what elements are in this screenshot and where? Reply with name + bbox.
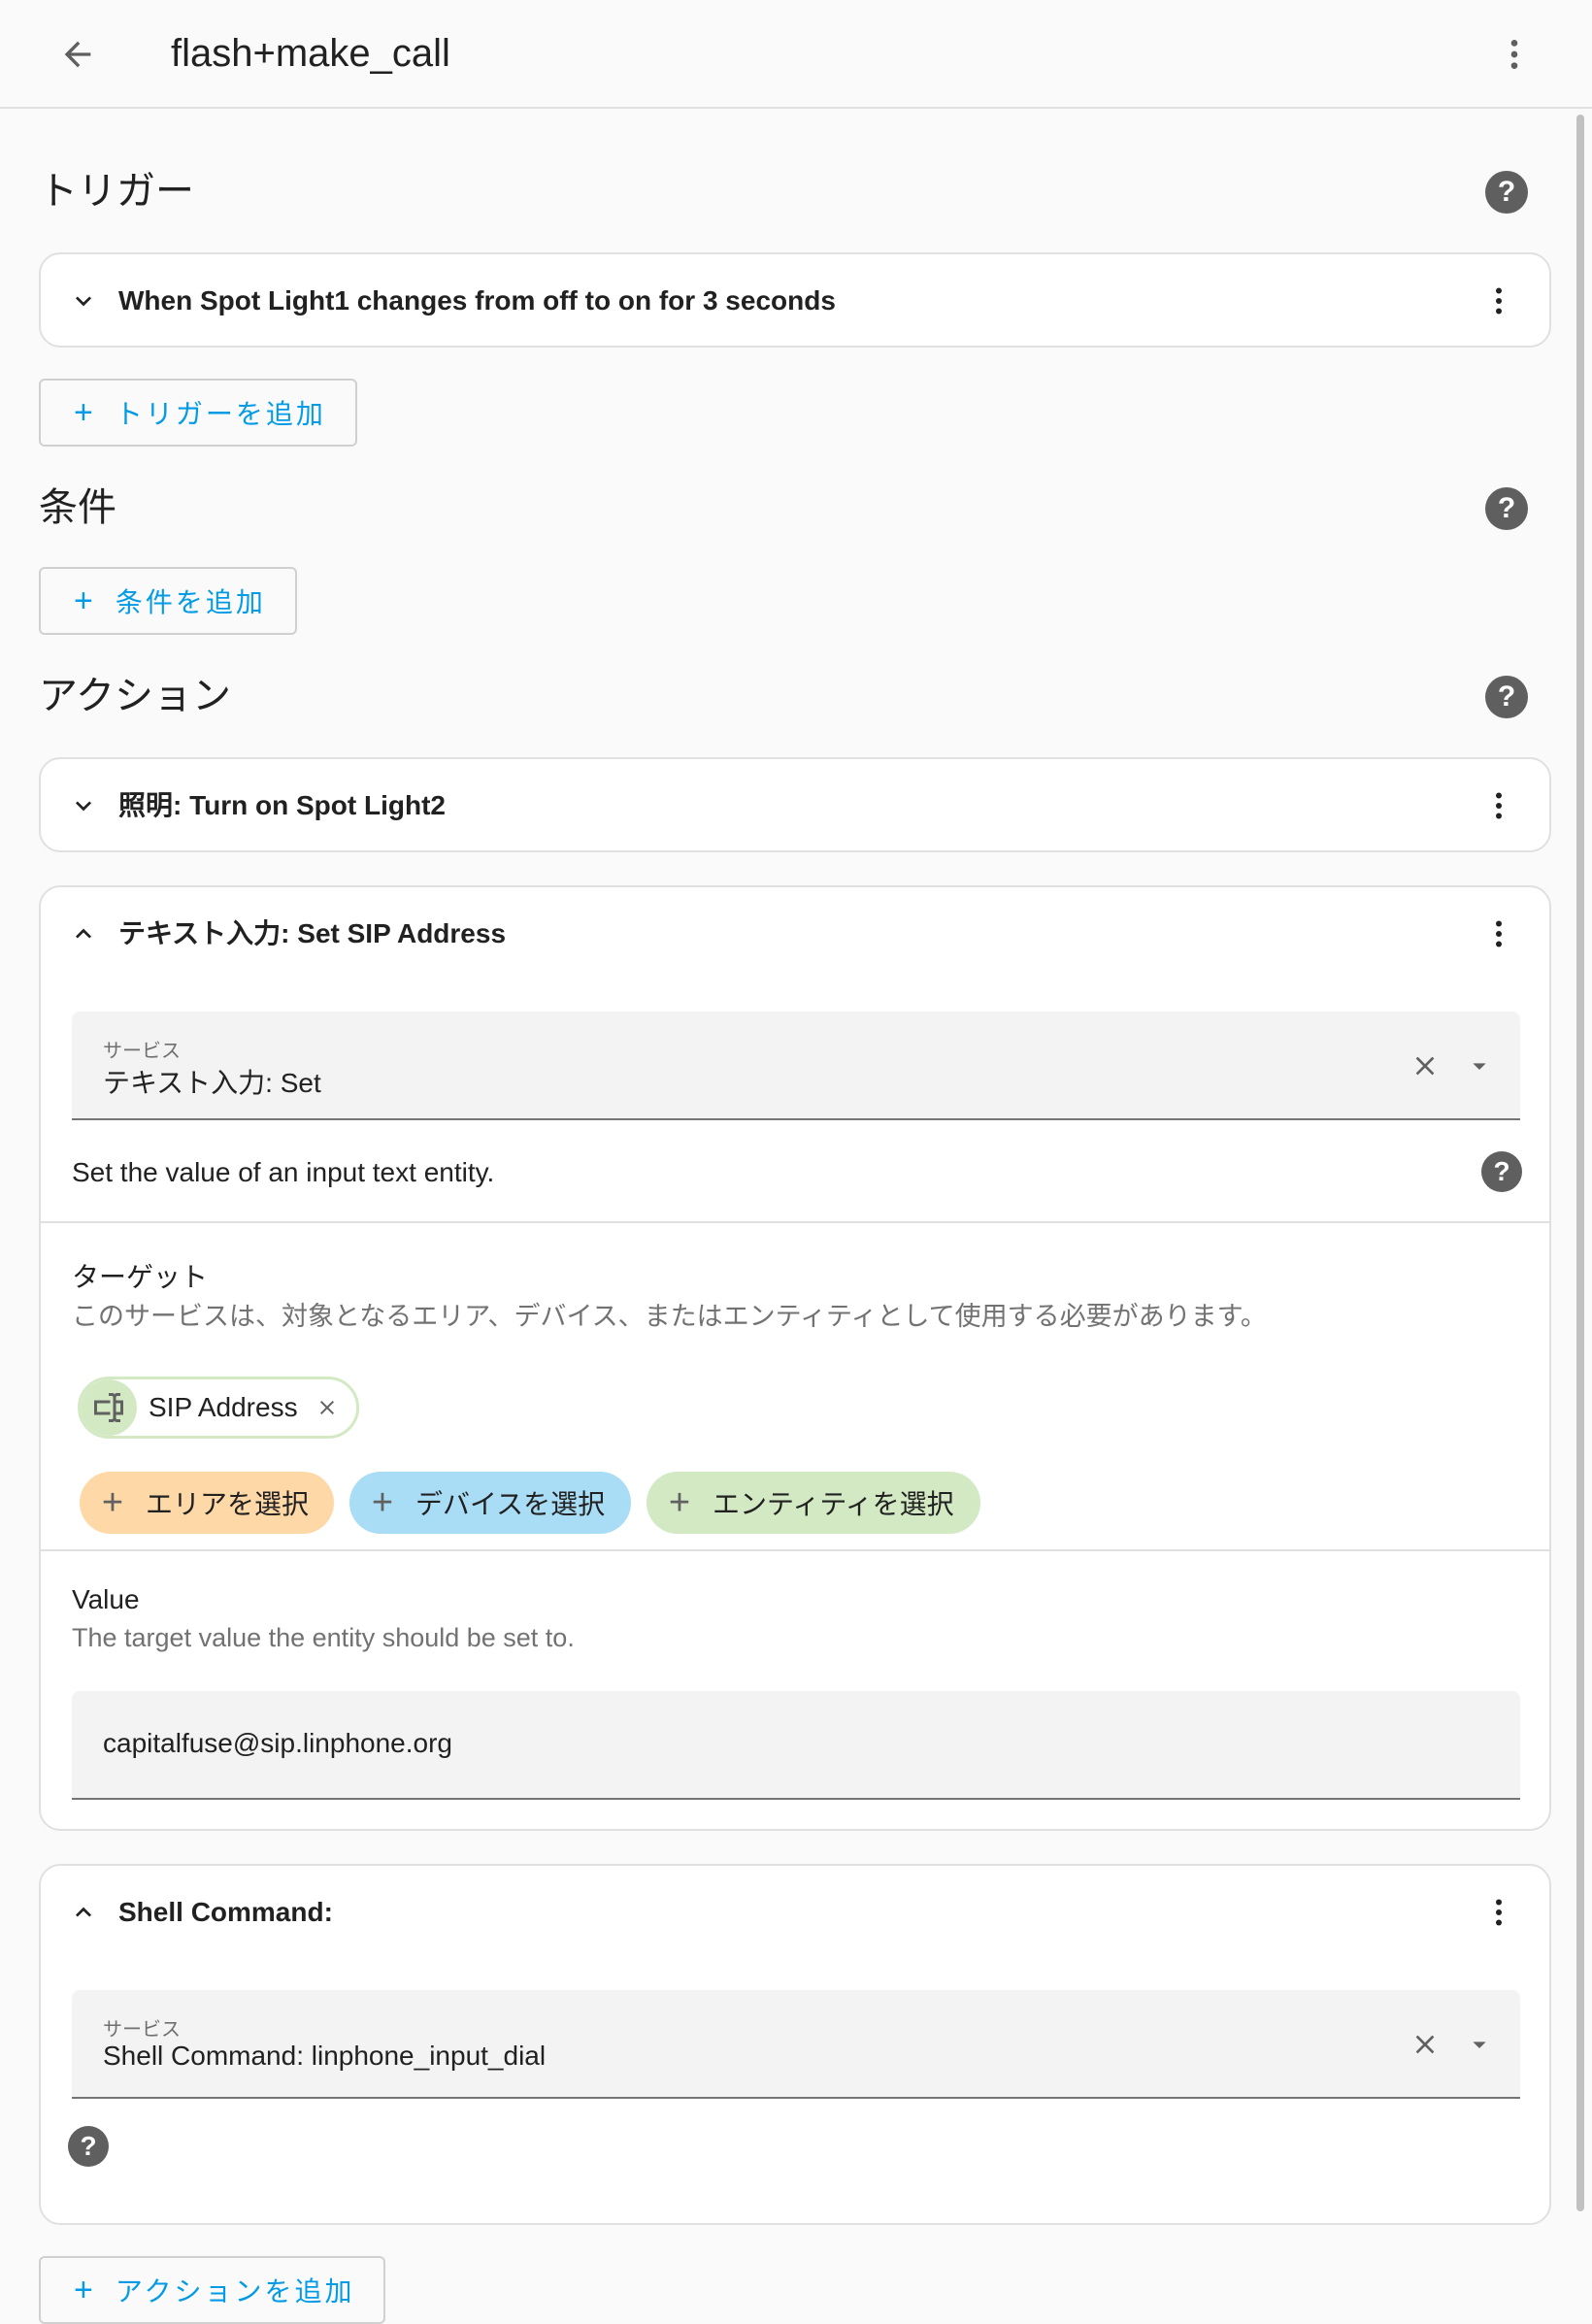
service-label: サービス [103, 1041, 181, 1062]
service-label: サービス [103, 2019, 181, 2041]
service-value: Shell Command: linphone_input_dial [103, 2041, 547, 2071]
add-action-button[interactable]: + アクションを追加 [39, 2256, 386, 2324]
target-description: このサービスは、対象となるエリア、デバイス、またはエンティティとして使用する必要… [72, 1302, 1267, 1331]
action-title: Shell Command: [118, 1897, 333, 1927]
service-help-icon[interactable]: ? [1481, 1151, 1522, 1192]
value-description: The target value the entity should be se… [72, 1623, 575, 1652]
actions-section-title: アクション [39, 675, 231, 717]
add-condition-label: 条件を追加 [115, 587, 266, 617]
triggers-help-icon[interactable]: ? [1485, 171, 1528, 214]
action-title: テキスト入力: Set SIP Address [118, 918, 507, 948]
service-value: テキスト入力: Set [103, 1068, 321, 1098]
plus-icon: + [371, 1481, 394, 1523]
trigger-card: When Spot Light1 changes from off to on … [39, 252, 1551, 348]
dots-vertical-icon [1496, 1899, 1502, 1926]
dots-vertical-icon [1496, 792, 1502, 819]
action-menu-button[interactable] [1472, 779, 1526, 833]
selected-entity-label: SIP Address [149, 1392, 298, 1422]
plus-icon: + [101, 1481, 124, 1523]
close-icon[interactable] [315, 1396, 339, 1419]
plus-icon: + [74, 581, 96, 619]
pick-device-button[interactable]: + デバイスを選択 [349, 1472, 631, 1534]
scrollbar[interactable] [1576, 115, 1584, 2211]
menu-down-icon[interactable] [1464, 1050, 1495, 1081]
dots-vertical-icon [1496, 920, 1502, 947]
plus-icon: + [74, 393, 96, 431]
form-textbox-icon [81, 1379, 137, 1436]
action-card-light: 照明: Turn on Spot Light2 [39, 757, 1551, 852]
overflow-menu-button[interactable] [1485, 25, 1543, 83]
arrow-left-icon [64, 41, 91, 68]
chevron-down-icon [66, 283, 101, 318]
close-icon[interactable] [1410, 2029, 1441, 2060]
pick-entity-button[interactable]: + エンティティを選択 [647, 1472, 980, 1534]
service-description: Set the value of an input text entity. [72, 1157, 495, 1187]
chevron-up-icon [66, 1895, 101, 1930]
conditions-help-icon[interactable]: ? [1485, 487, 1528, 530]
conditions-section-title: 条件 [39, 486, 116, 529]
divider [41, 1549, 1549, 1551]
chevron-up-icon [66, 916, 101, 951]
actions-help-icon[interactable]: ? [1485, 676, 1528, 718]
selected-entity-chip[interactable]: SIP Address [78, 1377, 359, 1439]
dots-vertical-icon [1510, 40, 1518, 69]
service-select[interactable]: サービス テキスト入力: Set [72, 1012, 1520, 1120]
target-title: ターゲット [72, 1262, 209, 1292]
chevron-down-icon [66, 788, 101, 823]
back-button[interactable] [49, 25, 107, 83]
plus-icon: + [74, 2271, 96, 2308]
action-menu-button[interactable] [1472, 907, 1526, 961]
trigger-menu-button[interactable] [1472, 274, 1526, 328]
menu-down-icon[interactable] [1464, 2029, 1495, 2060]
dots-vertical-icon [1496, 287, 1502, 315]
action-title: 照明: Turn on Spot Light2 [118, 790, 446, 820]
action-menu-button[interactable] [1472, 1885, 1526, 1940]
action-card-input-text: テキスト入力: Set SIP Address サービス テキスト入力: Set… [39, 885, 1551, 1831]
plus-icon: + [668, 1481, 691, 1523]
add-trigger-button[interactable]: + トリガーを追加 [39, 379, 357, 447]
page-title: flash+make_call [171, 32, 450, 75]
pick-entity-label: エンティティを選択 [713, 1489, 954, 1519]
action-card-header[interactable]: Shell Command: [41, 1866, 1549, 1959]
pick-area-label: エリアを選択 [146, 1489, 310, 1519]
action-card-header[interactable]: テキスト入力: Set SIP Address [41, 887, 1549, 980]
trigger-card-header[interactable]: When Spot Light1 changes from off to on … [41, 254, 1549, 348]
triggers-section-title: トリガー [39, 170, 194, 213]
add-trigger-label: トリガーを追加 [115, 399, 326, 429]
pick-area-button[interactable]: + エリアを選択 [80, 1472, 334, 1534]
top-app-bar: flash+make_call [0, 0, 1592, 109]
pick-device-label: デバイスを選択 [415, 1489, 606, 1519]
add-action-label: アクションを追加 [115, 2276, 355, 2307]
divider [41, 1221, 1549, 1223]
add-condition-button[interactable]: + 条件を追加 [39, 567, 297, 635]
action-card-shell-command: Shell Command: サービス Shell Command: linph… [39, 1864, 1551, 2225]
action-card-header[interactable]: 照明: Turn on Spot Light2 [41, 759, 1549, 852]
trigger-title: When Spot Light1 changes from off to on … [118, 285, 836, 315]
service-help-icon[interactable]: ? [68, 2126, 109, 2167]
value-input[interactable]: capitalfuse@sip.linphone.org [72, 1691, 1520, 1800]
close-icon[interactable] [1410, 1050, 1441, 1081]
service-select[interactable]: サービス Shell Command: linphone_input_dial [72, 1990, 1520, 2099]
value-input-text: capitalfuse@sip.linphone.org [103, 1728, 452, 1758]
value-title: Value [72, 1584, 140, 1614]
